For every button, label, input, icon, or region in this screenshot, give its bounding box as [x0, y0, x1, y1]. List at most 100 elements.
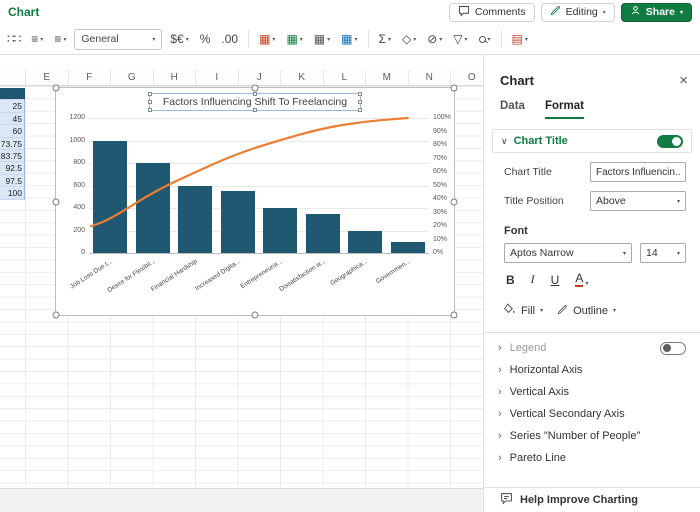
chart-title-section-label: Chart Title [514, 135, 568, 147]
resize-handle[interactable] [252, 85, 259, 92]
conditional-formatting-icon[interactable]: ▦▾ [256, 28, 278, 50]
column-header-k[interactable]: K [280, 70, 323, 85]
legend-toggle[interactable] [660, 342, 686, 355]
percent-style-icon[interactable]: % [197, 28, 214, 50]
column-header-j[interactable]: J [238, 70, 281, 85]
font-style-row: B I U A ▾ [506, 272, 686, 287]
number-format-value: General [81, 33, 118, 45]
help-improve-charting[interactable]: Help Improve Charting [484, 487, 700, 512]
chart-object[interactable]: Factors Influencing Shift To Freelancing… [55, 87, 455, 316]
tab-format[interactable]: Format [545, 100, 584, 119]
grid[interactable]: 25456073.7583.7592.597.5100 Factors Infl… [0, 86, 483, 488]
font-family-select[interactable]: Aptos Narrow ▾ [504, 243, 632, 263]
column-header-e[interactable]: E [25, 70, 68, 85]
vertical-align-icon[interactable]: ≡▾ [51, 28, 69, 50]
section-legend[interactable]: ›Legend [484, 337, 700, 359]
share-button[interactable]: Share ▾ [621, 3, 692, 22]
title-resize-handle[interactable] [148, 92, 152, 96]
data-cell[interactable]: 92.5 [0, 162, 25, 174]
section-horizontal-axis[interactable]: ›Horizontal Axis [484, 359, 700, 381]
y-axis-tick: 400 [57, 204, 85, 211]
toolbar-overflow-icon[interactable]: ∷∷ [4, 28, 23, 50]
title-resize-handle[interactable] [358, 100, 362, 104]
pareto-line-series [89, 118, 429, 253]
column-header-m[interactable]: M [365, 70, 408, 85]
data-cell[interactable]: 25 [0, 100, 25, 112]
column-header-i[interactable]: I [195, 70, 238, 85]
column-header-o[interactable]: O [450, 70, 483, 85]
bottom-scroll-area[interactable] [0, 488, 483, 512]
italic-button[interactable]: I [531, 272, 535, 287]
column-header-h[interactable]: H [153, 70, 196, 85]
title-resize-handle[interactable] [148, 100, 152, 104]
secondary-axis-tick: 80% [433, 141, 457, 148]
tab-data[interactable]: Data [500, 100, 525, 119]
column-header-n[interactable]: N [408, 70, 451, 85]
autosum-icon[interactable]: Σ▾ [376, 28, 394, 50]
resize-handle[interactable] [451, 312, 458, 319]
find-icon[interactable]: ▾ [476, 28, 494, 50]
divider [484, 332, 700, 333]
category-label-geographica: Geographica... [288, 258, 369, 314]
column-header-l[interactable]: L [323, 70, 366, 85]
title-resize-handle[interactable] [253, 108, 257, 112]
column-header-f[interactable]: F [68, 70, 111, 85]
underline-button[interactable]: U [551, 273, 560, 287]
chart-title-section-header[interactable]: ∨ Chart Title [492, 129, 692, 153]
resize-handle[interactable] [451, 85, 458, 92]
section-series-number-of-people[interactable]: ›Series "Number of People" [484, 425, 700, 447]
close-icon[interactable]: × [679, 73, 688, 88]
selected-header-cell[interactable] [0, 88, 25, 100]
font-size-select[interactable]: 14 ▾ [640, 243, 686, 263]
chart-title[interactable]: Factors Influencing Shift To Freelancing [149, 93, 361, 111]
data-cell[interactable]: 83.75 [0, 150, 25, 162]
panel-tabs: Data Format [484, 94, 700, 119]
spacer [484, 469, 700, 487]
fill-color-icon[interactable]: ◇▾ [399, 28, 419, 50]
title-position-select[interactable]: Above ▾ [590, 191, 686, 211]
title-resize-handle[interactable] [253, 92, 257, 96]
insert-cells-icon[interactable]: ▦▾ [338, 28, 360, 50]
pareto-line[interactable] [91, 118, 408, 226]
editing-button[interactable]: Editing ▾ [541, 3, 615, 22]
font-size-value: 14 [646, 247, 658, 259]
data-cell[interactable]: 45 [0, 113, 25, 125]
chart-title-toggle[interactable] [657, 135, 683, 148]
section-vertical-axis[interactable]: ›Vertical Axis [484, 381, 700, 403]
data-cell[interactable]: 60 [0, 125, 25, 137]
resize-handle[interactable] [53, 312, 60, 319]
data-cell[interactable]: 97.5 [0, 175, 25, 187]
column-header-g[interactable]: G [110, 70, 153, 85]
section-label: Horizontal Axis [510, 364, 583, 376]
resize-handle[interactable] [53, 85, 60, 92]
secondary-axis-tick: 60% [433, 168, 457, 175]
title-resize-handle[interactable] [358, 108, 362, 112]
number-format-select[interactable]: General▾ [74, 29, 162, 50]
analyze-data-icon[interactable]: ▤▾ [509, 28, 531, 50]
cell-styles-icon[interactable]: ▦▾ [311, 28, 333, 50]
bold-button[interactable]: B [506, 273, 515, 287]
font-family-value: Aptos Narrow [510, 247, 574, 259]
sort-filter-icon[interactable]: ▽▾ [450, 28, 470, 50]
section-vertical-secondary-axis[interactable]: ›Vertical Secondary Axis [484, 403, 700, 425]
title-position-label: Title Position [504, 195, 590, 207]
chart-title-input[interactable] [590, 162, 686, 182]
resize-handle[interactable] [252, 312, 259, 319]
align-icon[interactable]: ≡▾ [28, 28, 46, 50]
format-as-table-icon[interactable]: ▦▾ [283, 28, 305, 50]
section-pareto-line[interactable]: ›Pareto Line [484, 447, 700, 469]
title-resize-handle[interactable] [148, 108, 152, 112]
font-color-button[interactable]: A ▾ [575, 272, 588, 287]
gridline [89, 253, 429, 254]
chevron-down-icon: ∨ [501, 136, 508, 147]
outline-button[interactable]: Outline ▾ [557, 303, 616, 318]
data-cell[interactable]: 100 [0, 187, 25, 199]
currency-format-icon[interactable]: $€▾ [167, 28, 191, 50]
decimal-style-icon[interactable]: .00 [218, 28, 241, 50]
document-title[interactable]: Chart [8, 5, 39, 19]
data-cell[interactable]: 73.75 [0, 138, 25, 150]
title-resize-handle[interactable] [358, 92, 362, 96]
fill-button[interactable]: Fill ▾ [504, 303, 543, 318]
comments-button[interactable]: Comments [449, 3, 535, 22]
clear-icon[interactable]: ⊘▾ [424, 28, 445, 50]
